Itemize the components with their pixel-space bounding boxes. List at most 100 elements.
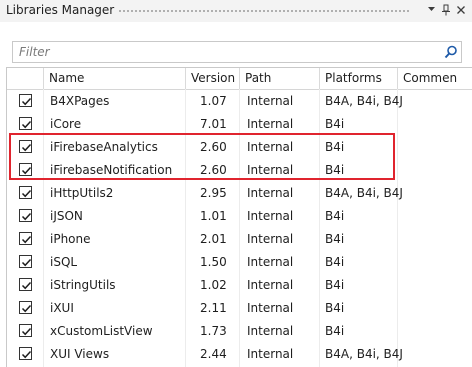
search-icon[interactable] [444, 45, 458, 59]
library-platforms: B4i [325, 117, 345, 131]
header-check-column[interactable] [7, 68, 44, 89]
library-name: iHttpUtils2 [50, 186, 114, 200]
library-checkbox[interactable] [19, 255, 32, 268]
library-name: B4XPages [50, 94, 110, 108]
header-version[interactable]: Version [186, 68, 240, 89]
library-checkbox[interactable] [19, 163, 32, 176]
library-version: 1.50 [200, 255, 227, 269]
library-name: iFirebaseAnalytics [50, 140, 158, 154]
table-row[interactable]: iCore 7.01 Internal B4i [7, 113, 472, 136]
library-version: 2.95 [200, 186, 227, 200]
check-icon [21, 258, 32, 267]
table-row[interactable]: iXUI 2.11 Internal B4i [7, 297, 472, 320]
library-platforms: B4A, B4i, B4J [325, 94, 403, 108]
check-icon [21, 120, 32, 129]
library-name: iJSON [50, 209, 83, 223]
close-icon[interactable] [456, 4, 466, 19]
library-name: iStringUtils [50, 278, 116, 292]
library-version: 2.60 [200, 163, 227, 177]
table-row[interactable]: xCustomListView 1.73 Internal B4i [7, 320, 472, 343]
library-version: 1.07 [200, 94, 227, 108]
title-bar[interactable]: Libraries Manager [0, 0, 472, 22]
library-version: 2.60 [200, 140, 227, 154]
library-platforms: B4i [325, 301, 345, 315]
library-version: 2.44 [200, 347, 227, 361]
library-path: Internal [247, 186, 294, 200]
table-row[interactable]: iHttpUtils2 2.95 Internal B4A, B4i, B4J [7, 182, 472, 205]
chevron-down-icon[interactable] [427, 4, 436, 17]
library-name: iSQL [50, 255, 78, 269]
table-row[interactable]: iStringUtils 1.02 Internal B4i [7, 274, 472, 297]
library-name: iCore [50, 117, 82, 131]
library-path: Internal [247, 94, 294, 108]
check-icon [21, 350, 32, 359]
header-path[interactable]: Path [240, 68, 320, 89]
library-path: Internal [247, 347, 294, 361]
library-path: Internal [247, 117, 294, 131]
check-icon [21, 304, 32, 313]
check-icon [21, 97, 32, 106]
check-icon [21, 327, 32, 336]
library-platforms: B4i [325, 278, 345, 292]
library-version: 2.01 [200, 232, 227, 246]
library-path: Internal [247, 209, 294, 223]
library-checkbox[interactable] [19, 186, 32, 199]
table-row[interactable]: iFirebaseAnalytics 2.60 Internal B4i [7, 136, 472, 159]
library-path: Internal [247, 255, 294, 269]
check-icon [21, 189, 32, 198]
libraries-table: Name Version Path Platforms Commen B4XPa… [6, 67, 472, 367]
library-checkbox[interactable] [19, 140, 32, 153]
library-path: Internal [247, 324, 294, 338]
library-checkbox[interactable] [19, 117, 32, 130]
drag-grip[interactable] [118, 9, 410, 13]
library-platforms: B4i [325, 140, 345, 154]
library-platforms: B4i [325, 255, 345, 269]
library-name: iPhone [50, 232, 91, 246]
library-checkbox[interactable] [19, 232, 32, 245]
table-row[interactable]: iSQL 1.50 Internal B4i [7, 251, 472, 274]
check-icon [21, 143, 32, 152]
check-icon [21, 166, 32, 175]
filter-input[interactable] [13, 42, 439, 62]
library-path: Internal [247, 140, 294, 154]
library-version: 1.02 [200, 278, 227, 292]
library-checkbox[interactable] [19, 94, 32, 107]
library-name: iXUI [50, 301, 74, 315]
table-header: Name Version Path Platforms Commen [7, 68, 472, 90]
header-platforms[interactable]: Platforms [320, 68, 398, 89]
library-platforms: B4i [325, 163, 345, 177]
library-path: Internal [247, 232, 294, 246]
library-version: 7.01 [200, 117, 227, 131]
check-icon [21, 212, 32, 221]
check-icon [21, 281, 32, 290]
table-row[interactable]: B4XPages 1.07 Internal B4A, B4i, B4J [7, 90, 472, 113]
library-path: Internal [247, 163, 294, 177]
library-version: 2.11 [200, 301, 227, 315]
library-checkbox[interactable] [19, 324, 32, 337]
library-checkbox[interactable] [19, 347, 32, 360]
libraries-manager-panel: Libraries Manager Name Version Path Plat… [0, 0, 472, 367]
library-version: 1.73 [200, 324, 227, 338]
library-checkbox[interactable] [19, 301, 32, 314]
table-row[interactable]: iPhone 2.01 Internal B4i [7, 228, 472, 251]
library-platforms: B4i [325, 232, 345, 246]
library-version: 1.01 [200, 209, 227, 223]
library-platforms: B4A, B4i, B4J [325, 186, 403, 200]
library-checkbox[interactable] [19, 278, 32, 291]
search-bar [12, 41, 462, 63]
table-row[interactable]: iJSON 1.01 Internal B4i [7, 205, 472, 228]
library-path: Internal [247, 278, 294, 292]
pin-icon[interactable] [441, 4, 451, 19]
library-platforms: B4A, B4i, B4J [325, 347, 403, 361]
library-checkbox[interactable] [19, 209, 32, 222]
table-row[interactable]: XUI Views 2.44 Internal B4A, B4i, B4J [7, 343, 472, 366]
library-platforms: B4i [325, 324, 345, 338]
library-name: iFirebaseNotification [50, 163, 173, 177]
library-name: XUI Views [50, 347, 110, 361]
library-name: xCustomListView [50, 324, 153, 338]
panel-title: Libraries Manager [6, 3, 115, 17]
library-platforms: B4i [325, 209, 345, 223]
table-row[interactable]: iFirebaseNotification 2.60 Internal B4i [7, 159, 472, 182]
header-name[interactable]: Name [44, 68, 186, 89]
header-comments[interactable]: Commen [398, 68, 472, 89]
